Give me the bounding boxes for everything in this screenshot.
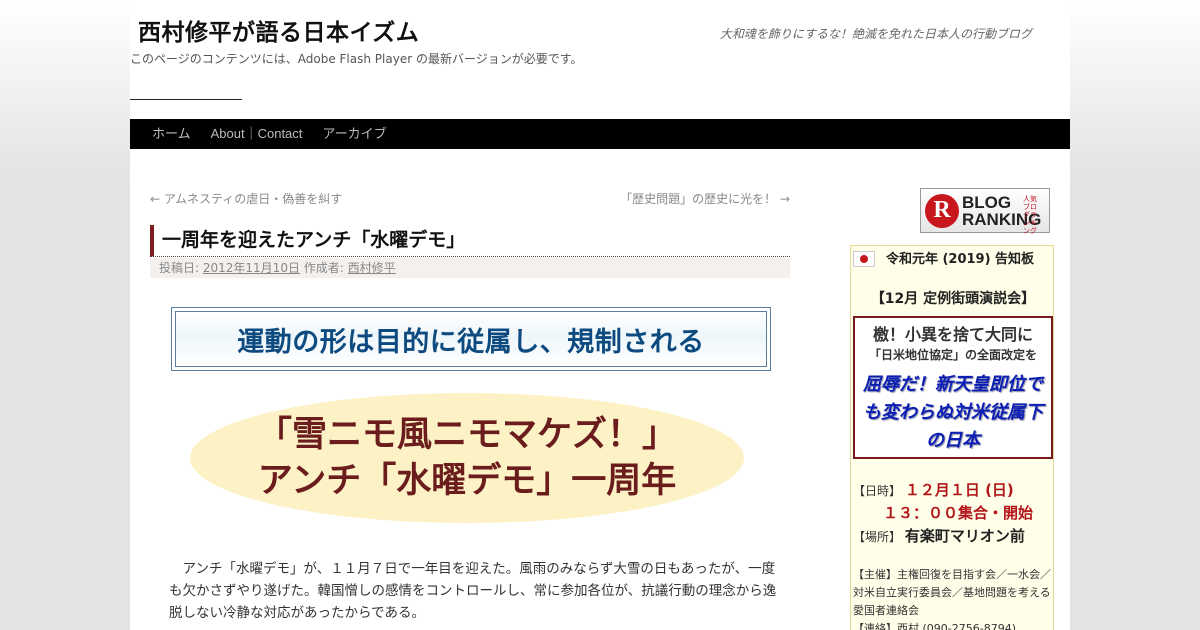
nav-about-contact[interactable]: About｜Contact <box>201 119 313 149</box>
post-meta: 投稿日: 2012年11月10日 作成者: 西村修平 <box>150 258 790 278</box>
site-title[interactable]: 西村修平が語る日本イズム <box>138 13 419 47</box>
anniversary-banner: 「雪ニモ風ニモマケズ！」 アンチ「水曜デモ」一周年 <box>190 393 744 523</box>
nav-archive[interactable]: アーカイブ <box>312 119 396 149</box>
post-title: 一周年を迎えたアンチ「水曜デモ」 <box>150 225 790 257</box>
flash-notice: このページのコンテンツには、Adobe Flash Player の最新バージョ… <box>130 52 583 66</box>
alert-line-2: 「日米地位協定」の全面改定を <box>868 348 1037 362</box>
event-date: 【日時】 １２月１日 (日) <box>853 479 1014 500</box>
alert-line-1: 檄！小異を捨て大同に <box>872 325 1033 344</box>
notice-board: 令和元年 (2019) 告知板 【12月 定例街頭演説会】 檄！小異を捨て大同に… <box>850 245 1054 630</box>
notice-alert-box: 檄！小異を捨て大同に 「日米地位協定」の全面改定を 屈辱だ！新天皇即位でも変わら… <box>853 316 1053 459</box>
post-body: アンチ「水曜デモ」が、１１月７日で一年目を迎えた。風雨のみならず大雪の日もあった… <box>169 561 777 621</box>
previous-post-link[interactable]: ← アムネスティの虐日・偽善を糾す <box>150 190 342 207</box>
headline-banner: 運動の形は目的に従属し、規制される <box>171 307 771 371</box>
ranking-small-label: 人気ブログランキング <box>1023 195 1037 235</box>
contact-text: 【連絡】西村 (090-2756-8794) <box>853 622 1017 630</box>
alert-line-3: 屈辱だ！新天皇即位でも変わらぬ対米従属下の日本 <box>863 374 1043 451</box>
organizers-text: 【主催】主権回復を目指す会／一水会／対米自立実行委員会／基地問題を考える愛国者連… <box>853 568 1051 617</box>
page: 西村修平が語る日本イズム 大和魂を飾りにするな！絶滅を免れた日本人の行動ブログ … <box>130 0 1070 630</box>
main-nav: ホーム About｜Contact アーカイブ <box>130 119 1070 149</box>
event-time: １３：００集合・開始 <box>883 502 1033 523</box>
notice-event-title: 【12月 定例街頭演説会】 <box>870 291 1036 307</box>
place-value: 有楽町マリオン前 <box>904 527 1025 545</box>
next-post-link[interactable]: 「歴史問題」の歴史に光を！ → <box>620 190 790 207</box>
anniversary-line-1: 「雪ニモ風ニモマケズ！」 <box>256 415 677 455</box>
date-label: 【日時】 <box>853 484 902 498</box>
event-place: 【場所】 有楽町マリオン前 <box>853 525 1025 546</box>
place-label: 【場所】 <box>853 530 902 544</box>
anniversary-line-2: アンチ「水曜デモ」一周年 <box>257 461 677 501</box>
headline-banner-text: 運動の形は目的に従属し、規制される <box>175 311 767 367</box>
notice-header: 令和元年 (2019) 告知板 <box>885 252 1035 267</box>
post-date-link[interactable]: 2012年11月10日 <box>203 261 300 275</box>
ranking-logo-icon: R <box>925 193 959 228</box>
blog-ranking-badge[interactable]: R BLOG RANKING 人気ブログランキング <box>920 188 1050 235</box>
organizers: 【主催】主権回復を目指す会／一水会／対米自立実行委員会／基地問題を考える愛国者連… <box>853 566 1053 630</box>
posted-label: 投稿日: <box>159 261 200 275</box>
author-label: 作成者: <box>303 261 344 275</box>
date-value: １２月１日 (日) <box>904 481 1014 499</box>
time-value: １３：００集合・開始 <box>883 504 1034 522</box>
nav-home[interactable]: ホーム <box>142 119 201 149</box>
divider <box>130 99 242 100</box>
site-description: 大和魂を飾りにするな！絶滅を免れた日本人の行動ブログ <box>719 27 1032 41</box>
author-link[interactable]: 西村修平 <box>348 261 396 275</box>
